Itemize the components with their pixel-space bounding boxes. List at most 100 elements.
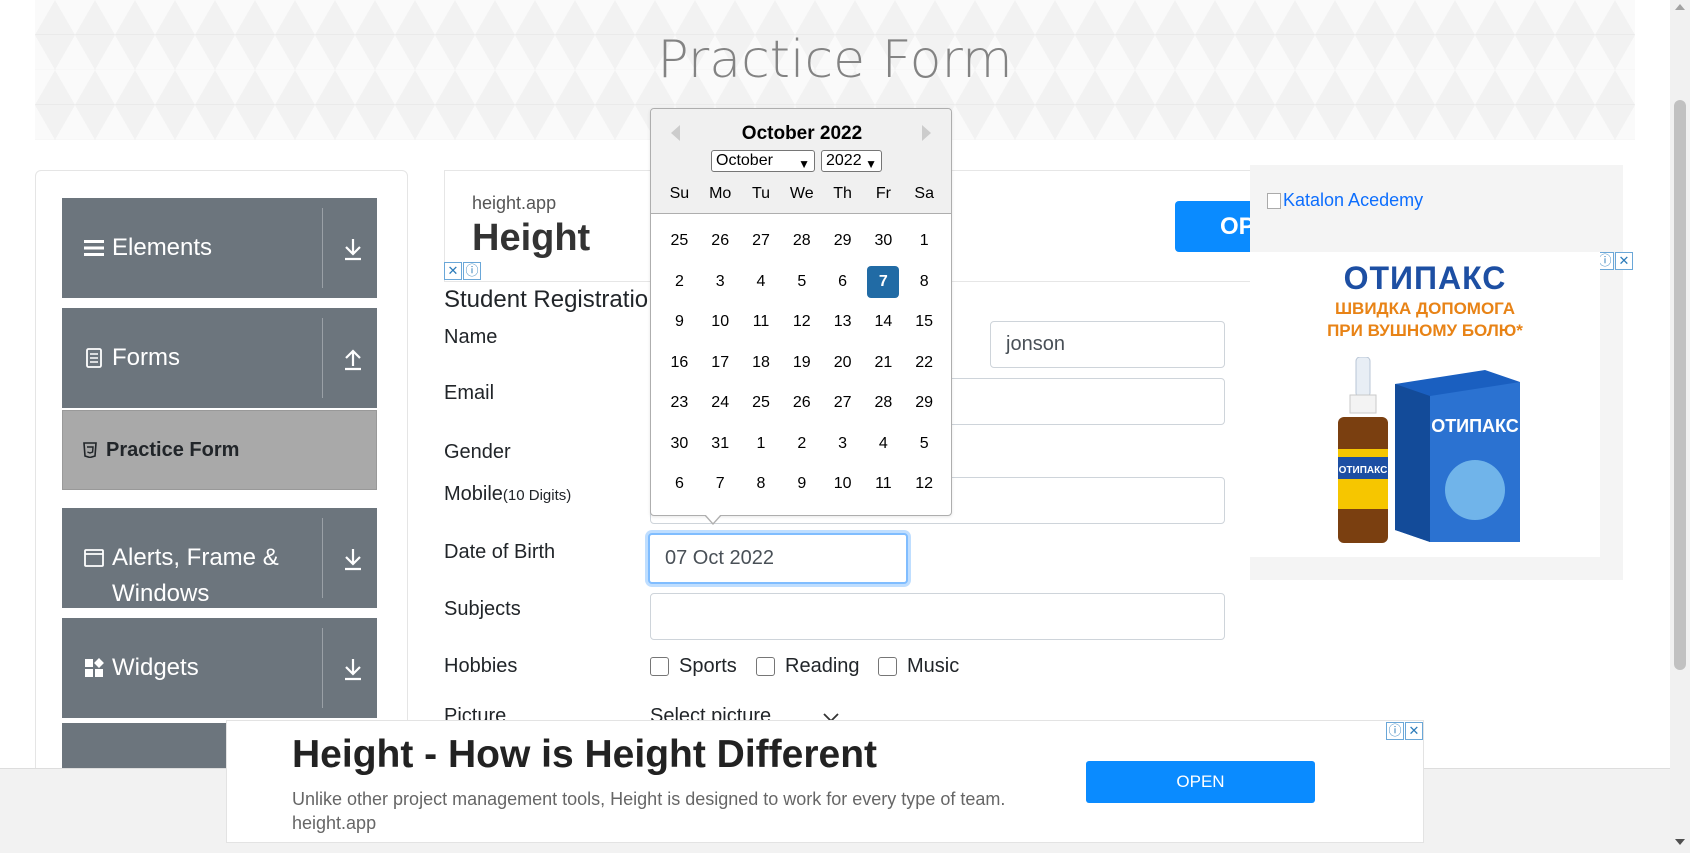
sidebar-group-elements[interactable]: Elements bbox=[62, 198, 377, 298]
calendar-day[interactable]: 22 bbox=[904, 347, 945, 379]
calendar-day[interactable]: 8 bbox=[741, 468, 782, 500]
calendar-day[interactable]: 25 bbox=[741, 387, 782, 419]
upload-arrow-icon[interactable] bbox=[341, 346, 365, 372]
page-title: Practice Form bbox=[657, 30, 1013, 90]
calendar-week-row: 2345678 bbox=[659, 265, 945, 307]
ad-banner-bottom[interactable]: Height - How is Height Different Unlike … bbox=[226, 720, 1424, 843]
close-icon[interactable]: ✕ bbox=[1615, 252, 1633, 270]
pack-label: ОТИПАКС bbox=[1431, 416, 1519, 436]
calendar-day[interactable]: 7 bbox=[700, 468, 741, 500]
calendar-day[interactable]: 31 bbox=[700, 428, 741, 460]
calendar-day[interactable]: 2 bbox=[781, 428, 822, 460]
calendar-day[interactable]: 5 bbox=[781, 266, 822, 298]
download-arrow-icon[interactable] bbox=[341, 546, 365, 572]
ad-subtitle: ШВИДКА ДОПОМОГА ПРИ ВУШНОМУ БОЛЮ* bbox=[1250, 298, 1600, 342]
date-picker-popup[interactable]: October 2022 October ▼ 2022 ▼ Su Mo Tu We … bbox=[650, 108, 952, 525]
calendar-day[interactable]: 3 bbox=[700, 266, 741, 298]
calendar-day[interactable]: 28 bbox=[863, 387, 904, 419]
calendar-day[interactable]: 9 bbox=[781, 468, 822, 500]
checkbox[interactable] bbox=[756, 657, 775, 676]
ad-subtitle-line: ШВИДКА ДОПОМОГА bbox=[1334, 299, 1516, 318]
sidebar-group-alerts[interactable]: Alerts, Frame & Windows bbox=[62, 508, 377, 608]
calendar-day[interactable]: 15 bbox=[904, 306, 945, 338]
calendar-day[interactable]: 28 bbox=[781, 225, 822, 257]
calendar-day[interactable]: 1 bbox=[904, 225, 945, 257]
calendar-day[interactable]: 25 bbox=[659, 225, 700, 257]
calendar-day[interactable]: 24 bbox=[700, 387, 741, 419]
ad-choices[interactable]: ⓘ ✕ bbox=[1386, 722, 1423, 740]
calendar-day[interactable]: 27 bbox=[822, 387, 863, 419]
weekday-label: Sa bbox=[914, 185, 934, 202]
calendar-grid: 25 26 27 28 29 30 1 2 3 4 5 6 7 8 9 10 11 12 13 14 15 16 17 18 1… bbox=[659, 225, 945, 509]
download-arrow-icon[interactable] bbox=[341, 236, 365, 262]
calendar-day[interactable]: 10 bbox=[700, 306, 741, 338]
calendar-day[interactable]: 20 bbox=[822, 347, 863, 379]
subjects-input[interactable] bbox=[650, 593, 1225, 640]
sidebar-item-practice-form[interactable]: Practice Form bbox=[62, 410, 377, 490]
weekday-label: We bbox=[789, 185, 814, 202]
mobile-label-text: Mobile bbox=[444, 483, 503, 505]
calendar-day[interactable]: 6 bbox=[659, 468, 700, 500]
calendar-day[interactable]: 4 bbox=[741, 266, 782, 298]
calendar-day[interactable]: 23 bbox=[659, 387, 700, 419]
year-select[interactable]: 2022 ▼ bbox=[821, 150, 882, 172]
calendar-day[interactable]: 19 bbox=[781, 347, 822, 379]
calendar-day[interactable]: 3 bbox=[822, 428, 863, 460]
hobby-reading-checkbox[interactable]: Reading bbox=[756, 655, 860, 678]
date-of-birth-input[interactable]: 07 Oct 2022 bbox=[648, 533, 908, 584]
vertical-scrollbar[interactable] bbox=[1670, 0, 1690, 853]
sidebar-group-forms[interactable]: Forms bbox=[62, 308, 377, 408]
scroll-up-icon[interactable] bbox=[1675, 4, 1685, 10]
calendar-day[interactable]: 21 bbox=[863, 347, 904, 379]
calendar-day[interactable]: 2 bbox=[659, 266, 700, 298]
calendar-day[interactable]: 1 bbox=[741, 428, 782, 460]
calendar-day[interactable]: 29 bbox=[822, 225, 863, 257]
calendar-day[interactable]: 12 bbox=[781, 306, 822, 338]
calendar-day[interactable]: 9 bbox=[659, 306, 700, 338]
last-name-input[interactable]: jonson bbox=[990, 321, 1225, 368]
next-month-icon[interactable] bbox=[922, 125, 931, 141]
download-arrow-icon[interactable] bbox=[341, 656, 365, 682]
sidebar-group-widgets[interactable]: Widgets bbox=[62, 618, 377, 718]
month-select[interactable]: October ▼ bbox=[711, 150, 815, 172]
info-icon[interactable]: ⓘ bbox=[463, 262, 481, 280]
calendar-day[interactable]: 14 bbox=[863, 306, 904, 338]
checkbox[interactable] bbox=[878, 657, 897, 676]
calendar-day-selected[interactable]: 7 bbox=[867, 265, 900, 298]
calendar-day[interactable]: 11 bbox=[741, 306, 782, 338]
info-icon[interactable]: ⓘ bbox=[1386, 722, 1404, 740]
hobby-sports-checkbox[interactable]: Sports bbox=[650, 655, 737, 678]
close-icon[interactable]: ✕ bbox=[1405, 722, 1423, 740]
calendar-day[interactable]: 6 bbox=[822, 266, 863, 298]
calendar-day[interactable]: 17 bbox=[700, 347, 741, 379]
scroll-thumb[interactable] bbox=[1674, 100, 1686, 670]
calendar-day[interactable]: 26 bbox=[700, 225, 741, 257]
calendar-day[interactable]: 4 bbox=[863, 428, 904, 460]
calendar-day[interactable]: 10 bbox=[822, 468, 863, 500]
ad-choices[interactable]: ⓘ ✕ bbox=[1596, 252, 1633, 270]
calendar-day[interactable]: 12 bbox=[904, 468, 945, 500]
calendar-day[interactable]: 27 bbox=[741, 225, 782, 257]
checkbox[interactable] bbox=[650, 657, 669, 676]
calendar-day[interactable]: 13 bbox=[822, 306, 863, 338]
calendar-day[interactable]: 18 bbox=[741, 347, 782, 379]
calendar-day[interactable]: 5 bbox=[904, 428, 945, 460]
ad-open-button[interactable]: OPEN bbox=[1086, 761, 1315, 803]
hobby-music-checkbox[interactable]: Music bbox=[878, 655, 959, 678]
sidebar-group-label: Widgets bbox=[112, 654, 199, 681]
katalon-ad-image[interactable]: Katalon Acedemy bbox=[1267, 190, 1423, 211]
scroll-down-icon[interactable] bbox=[1675, 839, 1685, 845]
calendar-day[interactable]: 30 bbox=[659, 428, 700, 460]
close-icon[interactable]: ✕ bbox=[444, 262, 462, 280]
sidebar-group-interactions[interactable] bbox=[62, 723, 226, 768]
calendar-day[interactable]: 16 bbox=[659, 347, 700, 379]
calendar-day[interactable]: 30 bbox=[863, 225, 904, 257]
calendar-day[interactable]: 8 bbox=[904, 266, 945, 298]
calendar-day[interactable]: 29 bbox=[904, 387, 945, 419]
calendar-day[interactable]: 26 bbox=[781, 387, 822, 419]
weekday-label: Su bbox=[669, 185, 690, 202]
otipax-ad[interactable]: ОТИПАКС ШВИДКА ДОПОМОГА ПРИ ВУШНОМУ БОЛЮ… bbox=[1250, 252, 1600, 557]
ad-choices[interactable]: ✕ ⓘ bbox=[444, 262, 481, 280]
calendar-day[interactable]: 11 bbox=[863, 468, 904, 500]
package-illustration: ОТИПАКС bbox=[1395, 370, 1520, 542]
